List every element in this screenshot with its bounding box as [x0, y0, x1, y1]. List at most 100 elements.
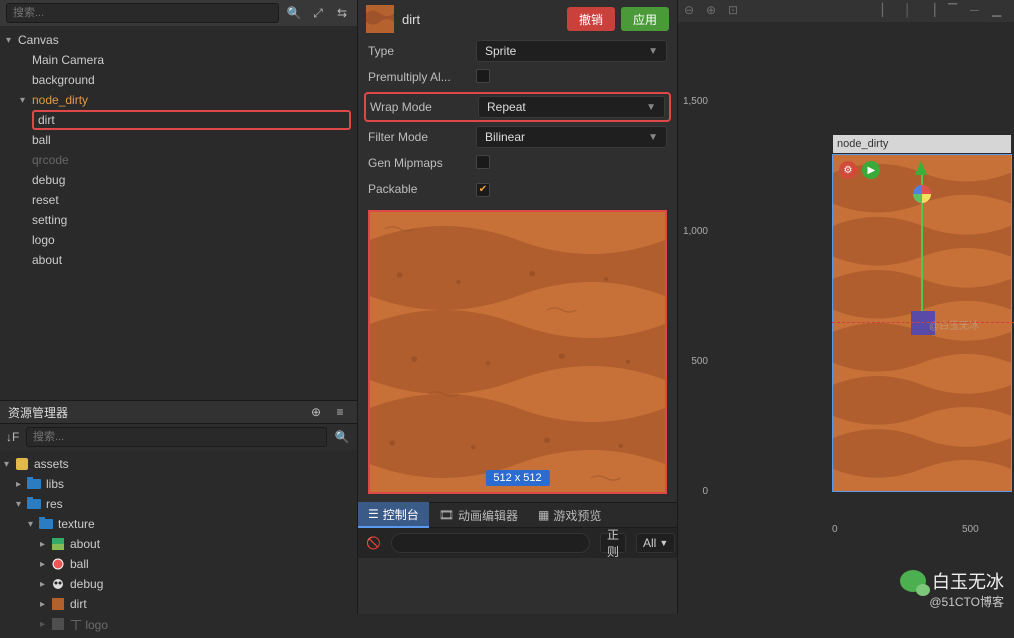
asset-name: dirt [402, 12, 561, 27]
image-icon [52, 538, 64, 550]
scene-viewport[interactable]: 1,500 1,000 500 0 0 500 node_dirty [678, 22, 1014, 540]
tree-item-dirt-highlight[interactable]: dirt [32, 110, 351, 130]
image-icon [52, 598, 64, 610]
zoom-in-icon[interactable]: ⊕ [706, 3, 722, 19]
new-icon[interactable]: ⊕ [307, 403, 325, 421]
tree-label: qrcode [32, 153, 69, 167]
assets-panel: 资源管理器 ⊕ ≡ ↓F 🔍 ▾assets ▸libs ▾res ▾textu… [0, 400, 357, 638]
asset-label: debug [70, 577, 103, 591]
gizmo-play-icon[interactable]: ▶ [862, 161, 880, 179]
collapse-icon[interactable]: ⇆ [333, 4, 351, 22]
tree-label: reset [32, 193, 59, 207]
zoom-fit-icon[interactable]: ⊡ [728, 3, 744, 19]
asset-item[interactable]: ▾res [0, 494, 357, 514]
camera-icon: ▦ [538, 508, 549, 522]
watermark-sub: @51CTO博客 [929, 593, 1004, 610]
asset-item[interactable]: ▸libs [0, 474, 357, 494]
tree-item[interactable]: ball [0, 130, 357, 150]
ruler-tick: 0 [832, 524, 838, 535]
ruler-tick: 0 [702, 486, 708, 497]
asset-item[interactable]: ▸dirt [0, 594, 357, 614]
wrap-mode-select[interactable]: Repeat▼ [478, 96, 665, 118]
tree-item-node-dirty[interactable]: ▾node_dirty [0, 90, 357, 110]
align-center-icon[interactable]: │ [904, 3, 920, 19]
hierarchy-tree: ▾ Canvas Main Camera background ▾node_di… [0, 26, 357, 396]
packable-checkbox[interactable] [476, 183, 490, 197]
sort-icon[interactable]: ↓F [6, 430, 26, 444]
folder-icon [39, 519, 53, 529]
guide-line [832, 322, 1014, 323]
stop-icon[interactable]: 🚫 [366, 536, 381, 550]
expand-icon[interactable]: ⤢ [309, 4, 327, 22]
tree-item[interactable]: about [0, 250, 357, 270]
mipmaps-checkbox[interactable] [476, 155, 490, 169]
assets-search-input[interactable] [26, 427, 327, 447]
tree-item[interactable]: debug [0, 170, 357, 190]
node-dirty-frame[interactable]: node_dirty ⚙ ▶ [832, 154, 1012, 492]
hierarchy-search-input[interactable] [6, 3, 279, 23]
prop-label: Type [368, 44, 476, 58]
regex-toggle[interactable]: 正则 [600, 533, 626, 553]
asset-label: libs [46, 477, 64, 491]
tree-item[interactable]: setting [0, 210, 357, 230]
tree-item[interactable]: reset [0, 190, 357, 210]
asset-item[interactable]: ▸ball [0, 554, 357, 574]
menu-icon[interactable]: ≡ [331, 403, 349, 421]
prop-label: Premultiply Al... [368, 70, 476, 84]
tree-item[interactable]: qrcode [0, 150, 357, 170]
chevron-down-icon[interactable]: ▾ [20, 95, 32, 106]
tree-item-canvas[interactable]: ▾ Canvas [0, 30, 357, 50]
tree-label: about [32, 253, 62, 267]
watermark-text: 白玉无冰 [932, 568, 1004, 594]
chevron-down-icon: ▼ [659, 538, 668, 548]
align-left-icon[interactable]: ▏ [882, 3, 898, 19]
zoom-out-icon[interactable]: ⊖ [684, 3, 700, 19]
asset-item[interactable]: ▾texture [0, 514, 357, 534]
asset-label: about [70, 537, 100, 551]
panel-title: 资源管理器 [8, 404, 68, 421]
tree-item[interactable]: Main Camera [0, 50, 357, 70]
image-icon [52, 618, 64, 630]
align-bottom-icon[interactable]: ▁ [992, 3, 1008, 19]
prop-label: Wrap Mode [370, 100, 478, 114]
select-value: Repeat [487, 100, 526, 114]
align-middle-icon[interactable]: ─ [970, 3, 986, 19]
asset-item[interactable]: ▸about [0, 534, 357, 554]
ball-sprite[interactable] [913, 185, 931, 203]
tab-label: 游戏预览 [553, 507, 601, 524]
folder-icon [27, 479, 41, 489]
tab-animation-editor[interactable]: 🎞动画编辑器 [429, 502, 528, 528]
asset-label: 丅 logo [70, 616, 108, 633]
canvas-area[interactable]: node_dirty ⚙ ▶ [712, 22, 1014, 524]
tree-label: ball [32, 133, 51, 147]
console-toolbar: 🚫 正则 All ▼ T 14 ▼ [358, 528, 677, 558]
tree-item[interactable]: background [0, 70, 357, 90]
premultiply-checkbox[interactable] [476, 69, 490, 83]
tree-item[interactable]: logo [0, 230, 357, 250]
image-icon [52, 578, 64, 590]
tab-console[interactable]: ☰控制台 [358, 502, 429, 528]
ruler-tick: 1,000 [683, 226, 708, 237]
console-filter-input[interactable] [391, 533, 590, 553]
search-icon[interactable]: 🔍 [285, 4, 303, 22]
wrap-mode-highlight: Wrap Mode Repeat▼ [364, 92, 671, 122]
y-axis-gizmo-arrow[interactable] [915, 161, 927, 175]
level-select[interactable]: All ▼ [636, 533, 675, 553]
asset-label: dirt [70, 597, 87, 611]
search-icon[interactable]: 🔍 [333, 428, 351, 446]
gizmo-settings-icon[interactable]: ⚙ [839, 161, 857, 179]
chevron-down-icon: ▼ [648, 46, 658, 57]
asset-item[interactable]: ▸debug [0, 574, 357, 594]
type-select[interactable]: Sprite▼ [476, 40, 667, 62]
tab-label: 控制台 [383, 506, 419, 523]
wechat-icon [900, 570, 926, 592]
chevron-down-icon[interactable]: ▾ [6, 35, 18, 46]
align-right-icon[interactable]: ▕ [926, 3, 942, 19]
align-top-icon[interactable]: ▔ [948, 3, 964, 19]
tab-game-preview[interactable]: ▦ 游戏预览 [528, 502, 611, 528]
asset-item-assets[interactable]: ▾assets [0, 454, 357, 474]
asset-item[interactable]: ▸丅 logo [0, 614, 357, 634]
apply-button[interactable]: 应用 [621, 7, 669, 31]
filter-mode-select[interactable]: Bilinear▼ [476, 126, 667, 148]
undo-button[interactable]: 撤销 [567, 7, 615, 31]
